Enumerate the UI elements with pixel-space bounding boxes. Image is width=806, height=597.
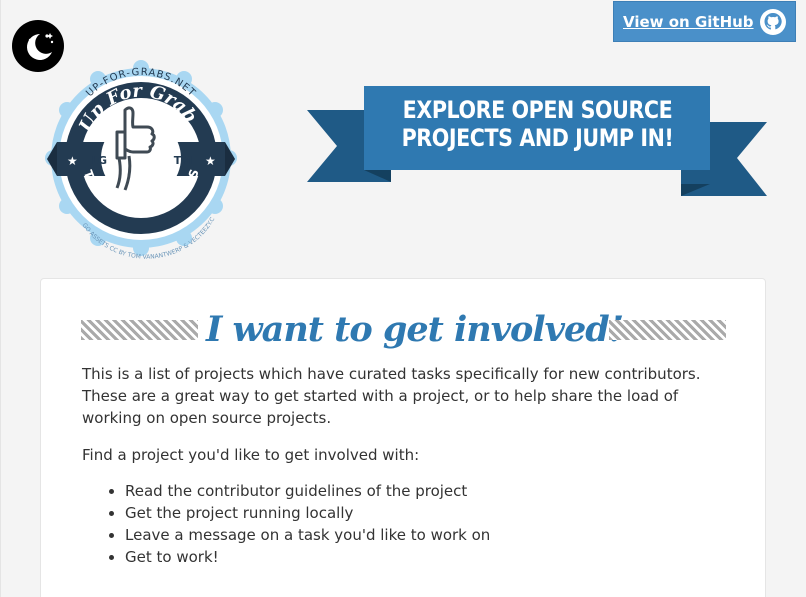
heading-divider-left xyxy=(81,320,198,340)
list-item: Get to work! xyxy=(125,546,490,568)
banner-line-2: PROJECTS AND JUMP IN! xyxy=(401,124,674,152)
intro-paragraph: This is a list of projects which have cu… xyxy=(82,365,701,427)
heading-row: I want to get involved! xyxy=(81,305,726,355)
banner-tagline: EXPLORE OPEN SOURCE PROJECTS AND JUMP IN… xyxy=(388,96,686,152)
svg-text:LG: LG xyxy=(91,154,107,167)
find-project-prompt: Find a project you'd like to get involve… xyxy=(82,446,420,464)
logo-badge-icon: ★ ★ UP-FOR-GRABS.NET Up For Grabs LG TM … xyxy=(37,32,237,261)
view-on-github-button[interactable]: View on GitHub xyxy=(613,1,796,42)
intro-card: I want to get involved! This is a list o… xyxy=(40,278,766,597)
github-button-label: View on GitHub xyxy=(623,12,754,31)
heading-divider-right xyxy=(609,320,726,340)
banner-line-1: EXPLORE OPEN SOURCE xyxy=(402,96,673,124)
list-item: Leave a message on a task you'd like to … xyxy=(125,524,490,546)
up-for-grabs-logo: ★ ★ UP-FOR-GRABS.NET Up For Grabs LG TM … xyxy=(37,32,239,268)
svg-text:★: ★ xyxy=(205,154,216,168)
steps-list: Read the contributor guidelines of the p… xyxy=(82,480,490,568)
svg-text:TM: TM xyxy=(174,154,192,167)
page: View on GitHub ★ ★ UP-FOR-GRABS.NET Up F… xyxy=(0,0,806,597)
list-item: Read the contributor guidelines of the p… xyxy=(125,480,490,502)
github-octocat-icon xyxy=(760,9,786,35)
svg-text:★: ★ xyxy=(67,154,78,168)
page-title: I want to get involved! xyxy=(206,309,624,350)
list-item: Get the project running locally xyxy=(125,502,490,524)
